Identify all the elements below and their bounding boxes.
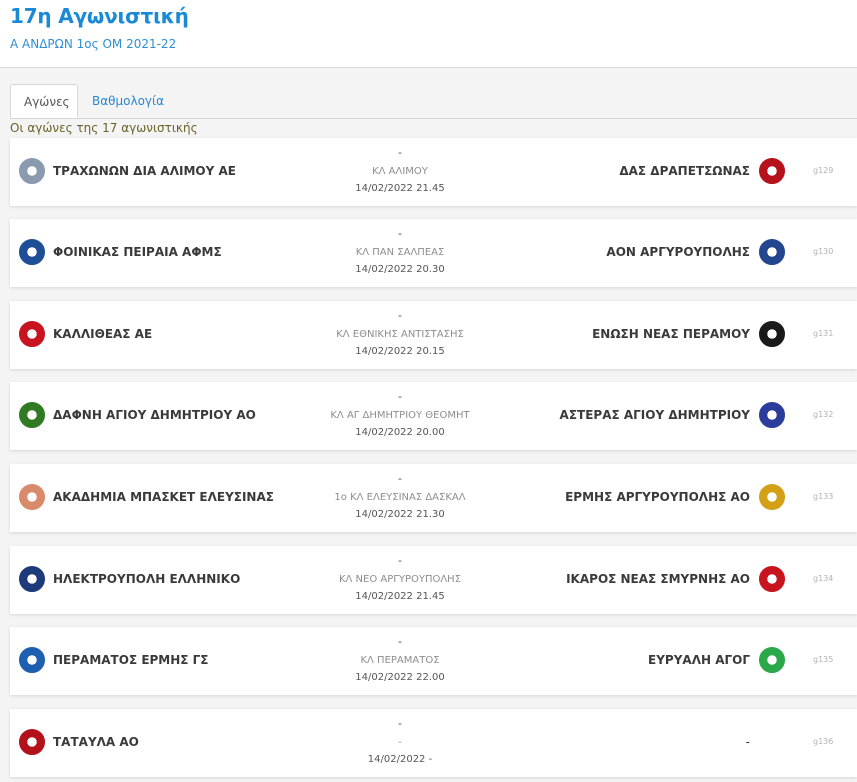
match-score: - <box>398 390 402 403</box>
ilektroupoli-logo-icon <box>19 566 45 592</box>
home-team-name[interactable]: ΔΑΦΝΗ ΑΓΙΟΥ ΔΗΜΗΤΡΙΟΥ ΑΟ <box>53 408 256 422</box>
match-score: - <box>398 635 402 648</box>
aon-logo-icon <box>759 239 785 265</box>
tab-bar: Αγώνες Βαθμολογία <box>10 84 857 119</box>
match-datetime: 14/02/2022 21.45 <box>355 591 445 602</box>
match-datetime: 14/02/2022 - <box>367 754 433 765</box>
match-row[interactable]: ΠΕΡΑΜΑΤΟΣ ΕΡΜΗΣ ΓΣ - ΚΛ ΠΕΡΑΜΑΤΟΣ 14/02/202… <box>10 627 857 695</box>
games-caption: Οι αγώνες της 17 αγωνιστικής <box>10 121 198 135</box>
trachones-logo-icon <box>19 158 45 184</box>
home-team-name[interactable]: ΚΑΛΛΙΘΕΑΣ ΑΕ <box>53 327 152 341</box>
page-subtitle[interactable]: Α ΑΝΔΡΩΝ 1ος ΟΜ 2021-22 <box>10 37 176 51</box>
dafni-logo-icon <box>19 402 45 428</box>
perama-ermis-logo-icon <box>19 647 45 673</box>
match-code: g129 <box>813 166 834 175</box>
home-team-name[interactable]: ΤΡΑΧΩΝΩΝ ΔΙΑ ΑΛΙΜΟΥ ΑΕ <box>53 164 236 178</box>
match-datetime: 14/02/2022 20.00 <box>355 427 445 438</box>
match-score: - <box>398 227 402 240</box>
tab-standings[interactable]: Βαθμολογία <box>78 84 177 118</box>
match-score: - <box>398 717 402 730</box>
match-datetime: 14/02/2022 21.45 <box>355 183 445 194</box>
match-datetime: 14/02/2022 21.30 <box>355 509 445 520</box>
match-venue: ΚΛ ΠΑΝ ΣΑΛΠΕΑΣ <box>355 247 445 258</box>
match-venue: ΚΛ ΝΕΟ ΑΡΓΥΡΟΥΠΟΛΗΣ <box>338 574 462 585</box>
ikaros-logo-icon <box>759 566 785 592</box>
match-row[interactable]: ΑΚΑΔΗΜΙΑ ΜΠΑΣΚΕΤ ΕΛΕΥΣΙΝΑΣ - 1ο ΚΛ ΕΛΕΥΣΙΝ… <box>10 464 857 532</box>
match-row[interactable]: ΤΡΑΧΩΝΩΝ ΔΙΑ ΑΛΙΜΟΥ ΑΕ - ΚΛ ΑΛΙΜΟΥ 14/02/20… <box>10 138 857 206</box>
tab-games[interactable]: Αγώνες <box>10 84 78 118</box>
match-code: g136 <box>813 737 834 746</box>
ermis-argyroupolis-logo-icon <box>759 484 785 510</box>
page-header: 17η Αγωνιστική Α ΑΝΔΡΩΝ 1ος ΟΜ 2021-22 <box>0 0 857 68</box>
asteras-logo-icon <box>759 402 785 428</box>
home-team-name[interactable]: ΑΚΑΔΗΜΙΑ ΜΠΑΣΚΕΤ ΕΛΕΥΣΙΝΑΣ <box>53 490 274 504</box>
home-team-name[interactable]: ΗΛΕΚΤΡΟΥΠΟΛΗ ΕΛΛΗΝΙΚΟ <box>53 572 240 586</box>
away-team-name[interactable]: ΙΚΑΡΟΣ ΝΕΑΣ ΣΜΥΡΝΗΣ ΑΟ <box>566 572 750 586</box>
away-team-name[interactable]: ΕΡΜΗΣ ΑΡΓΥΡΟΥΠΟΛΗΣ ΑΟ <box>565 490 750 504</box>
away-team-name[interactable]: ΕΝΩΣΗ ΝΕΑΣ ΠΕΡΑΜΟΥ <box>592 327 750 341</box>
match-datetime: 14/02/2022 20.30 <box>355 264 445 275</box>
match-datetime: 14/02/2022 22.00 <box>355 672 445 683</box>
page-title: 17η Αγωνιστική <box>10 4 189 28</box>
away-team-name[interactable]: ΔΑΣ ΔΡΑΠΕΤΣΩΝΑΣ <box>619 164 750 178</box>
home-team-name[interactable]: ΦΟΙΝΙΚΑΣ ΠΕΙΡΑΙΑ ΑΦΜΣ <box>53 245 222 259</box>
tatavla-logo-icon <box>19 729 45 755</box>
match-venue: ΚΛ ΑΓ ΔΗΜΗΤΡΙΟΥ ΘΕΟΜΗΤ <box>330 410 470 421</box>
match-row[interactable]: ΔΑΦΝΗ ΑΓΙΟΥ ΔΗΜΗΤΡΙΟΥ ΑΟ - ΚΛ ΑΓ ΔΗΜΗΤΡΙΟΥ… <box>10 382 857 450</box>
match-venue: ΚΛ ΠΕΡΑΜΑΤΟΣ <box>360 655 440 666</box>
match-score: - <box>398 309 402 322</box>
home-team-name[interactable]: ΤΑΤΑΥΛΑ ΑΟ <box>53 735 139 749</box>
akadimia-elefsinas-logo-icon <box>19 484 45 510</box>
drapetsona-logo-icon <box>759 158 785 184</box>
match-row[interactable]: ΚΑΛΛΙΘΕΑΣ ΑΕ - ΚΛ ΕΘΝΙΚΗΣ ΑΝΤΙΣΤΑΣΗΣ 14/02/… <box>10 301 857 369</box>
home-team-name[interactable]: ΠΕΡΑΜΑΤΟΣ ΕΡΜΗΣ ΓΣ <box>53 653 209 667</box>
foinikas-logo-icon <box>19 239 45 265</box>
match-row[interactable]: ΗΛΕΚΤΡΟΥΠΟΛΗ ΕΛΛΗΝΙΚΟ - ΚΛ ΝΕΟ ΑΡΓΥΡΟΥΠΟΛΗ… <box>10 546 857 614</box>
kallithea-logo-icon <box>19 321 45 347</box>
match-venue: ΚΛ ΕΘΝΙΚΗΣ ΑΝΤΙΣΤΑΣΗΣ <box>336 329 464 340</box>
away-team-name: - <box>745 735 750 749</box>
away-team-name[interactable]: ΑΟΝ ΑΡΓΥΡΟΥΠΟΛΗΣ <box>606 245 750 259</box>
match-venue: - <box>398 737 402 748</box>
match-code: g135 <box>813 655 834 664</box>
match-venue: ΚΛ ΑΛΙΜΟΥ <box>372 166 428 177</box>
match-row[interactable]: ΤΑΤΑΥΛΑ ΑΟ - - 14/02/2022 - - g136 <box>10 709 857 777</box>
match-datetime: 14/02/2022 20.15 <box>355 346 445 357</box>
match-code: g130 <box>813 247 834 256</box>
match-code: g133 <box>813 492 834 501</box>
match-code: g134 <box>813 574 834 583</box>
away-team-name[interactable]: ΑΣΤΕΡΑΣ ΑΓΙΟΥ ΔΗΜΗΤΡΙΟΥ <box>560 408 750 422</box>
match-score: - <box>398 554 402 567</box>
match-venue: 1ο ΚΛ ΕΛΕΥΣΙΝΑΣ ΔΑΣΚΑΛ <box>334 492 466 503</box>
away-team-name[interactable]: ΕΥΡΥΑΛΗ ΑΓΟΓ <box>648 653 750 667</box>
match-score: - <box>398 146 402 159</box>
match-code: g131 <box>813 329 834 338</box>
match-code: g132 <box>813 410 834 419</box>
enosi-perama-logo-icon <box>759 321 785 347</box>
match-row[interactable]: ΦΟΙΝΙΚΑΣ ΠΕΙΡΑΙΑ ΑΦΜΣ - ΚΛ ΠΑΝ ΣΑΛΠΕΑΣ 14/0… <box>10 219 857 287</box>
evryali-logo-icon <box>759 647 785 673</box>
match-score: - <box>398 472 402 485</box>
